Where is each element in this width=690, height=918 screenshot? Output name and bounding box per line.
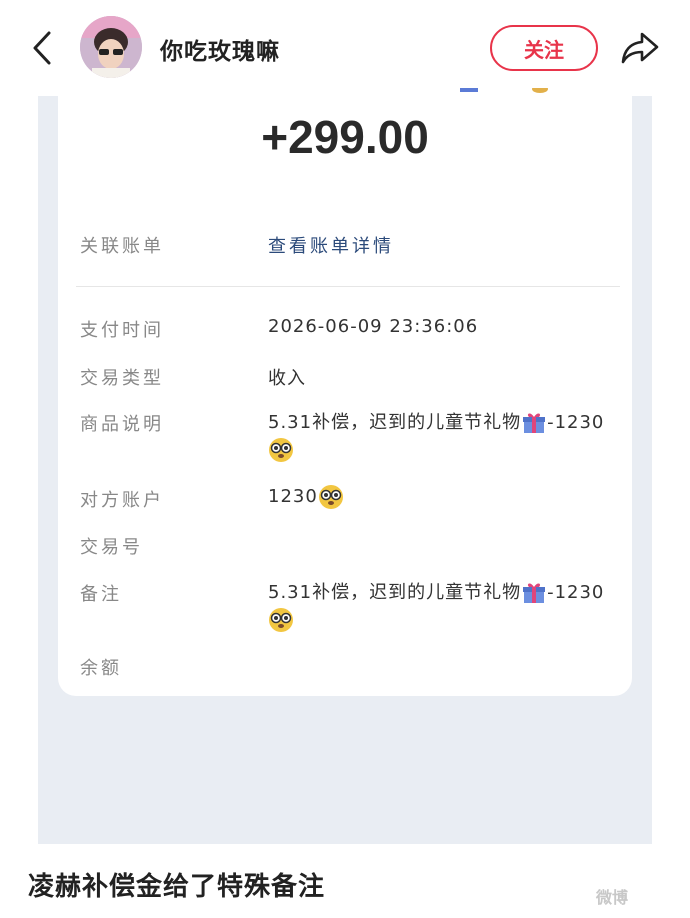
- avatar-image: [80, 16, 142, 78]
- goods-desc-text: 5.31补偿，迟到的儿童节礼物: [268, 412, 522, 433]
- bill-detail-card: +299.00 关联账单 查看账单详情 支付时间 2026-06-09 23:3…: [58, 88, 632, 696]
- goods-desc-value: 5.31补偿，迟到的儿童节礼物 -1230: [268, 408, 618, 463]
- remark-text: 5.31补偿，迟到的儿童节礼物: [268, 582, 522, 603]
- chevron-left-icon: [33, 31, 51, 65]
- username[interactable]: 你吃玫瑰嘛: [160, 32, 280, 66]
- remark-label: 备注: [80, 584, 122, 605]
- trade-type-label: 交易类型: [80, 368, 164, 389]
- trade-type-value: 收入: [268, 368, 306, 389]
- counterparty-value: 1230: [268, 484, 344, 510]
- follow-button[interactable]: 关注: [490, 25, 598, 71]
- pay-time-label: 支付时间: [80, 320, 164, 341]
- counterparty-label: 对方账户: [80, 490, 164, 511]
- top-bar: 你吃玫瑰嘛 关注: [0, 0, 690, 96]
- share-button[interactable]: [618, 26, 662, 70]
- post-caption: 凌赫补偿金给了特殊备注: [28, 872, 326, 902]
- amount: +299.00: [261, 111, 429, 163]
- gift-emoji: [523, 413, 546, 433]
- counterparty-text: 1230: [268, 486, 318, 507]
- gift-emoji: [523, 583, 546, 603]
- pay-time-value: 2026-06-09 23:36:06: [268, 316, 479, 337]
- share-arrow-icon: [621, 32, 659, 64]
- linked-bill-label: 关联账单: [80, 236, 164, 257]
- avatar[interactable]: [80, 16, 142, 78]
- balance-label: 余额: [80, 658, 122, 679]
- remark-value: 5.31补偿，迟到的儿童节礼物 -1230: [268, 578, 618, 633]
- glasses-face-emoji: [269, 438, 293, 462]
- back-button[interactable]: [26, 28, 58, 68]
- divider: [76, 286, 620, 287]
- goods-desc-label: 商品说明: [80, 414, 164, 435]
- screenshot-image: +299.00 关联账单 查看账单详情 支付时间 2026-06-09 23:3…: [38, 88, 652, 844]
- glasses-face-emoji: [269, 608, 293, 632]
- trade-no-label: 交易号: [80, 537, 143, 558]
- goods-desc-suffix: -1230: [547, 412, 605, 433]
- watermark: 微博: [596, 888, 629, 907]
- glasses-face-emoji: [318, 485, 343, 509]
- view-bill-detail-link[interactable]: 查看账单详情: [268, 232, 394, 258]
- remark-suffix: -1230: [547, 582, 605, 603]
- cropped-emoji-strip: [460, 88, 548, 93]
